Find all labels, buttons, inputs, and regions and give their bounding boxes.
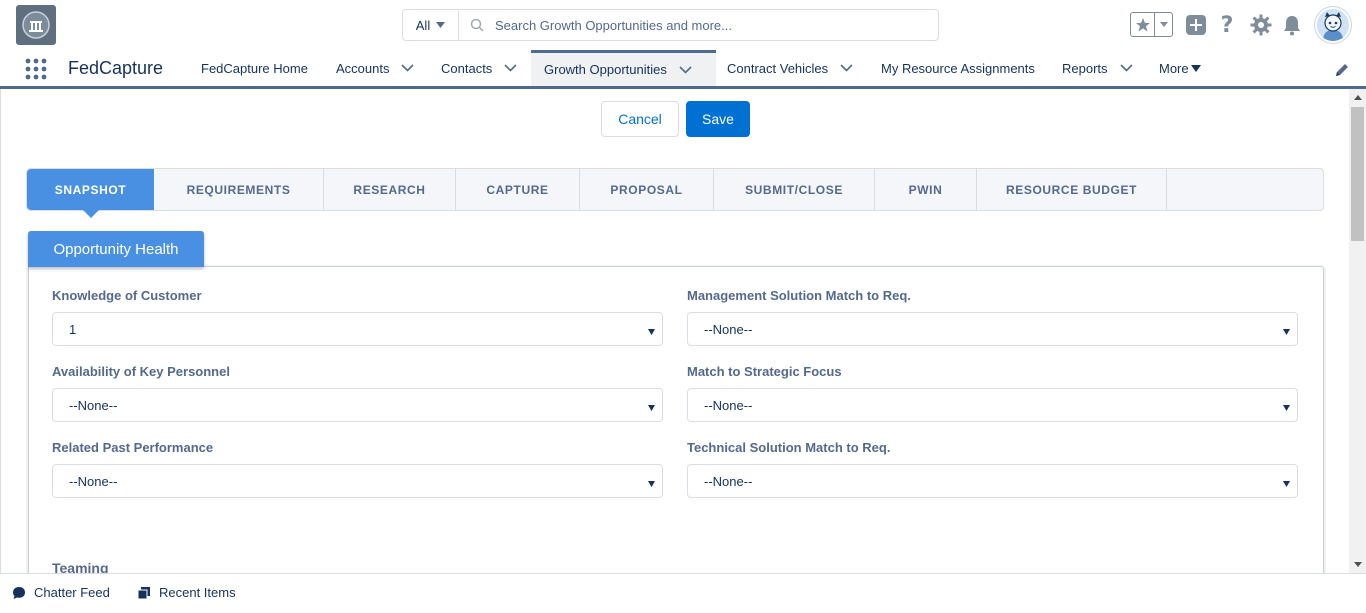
favorites-button[interactable] <box>1130 12 1173 37</box>
star-icon[interactable] <box>1131 13 1155 36</box>
caret-down-icon <box>647 400 656 415</box>
vertical-scrollbar[interactable] <box>1349 89 1366 573</box>
knowledge-of-customer-select[interactable]: 1 <box>52 312 663 346</box>
nav-item-label: My Resource Assignments <box>881 60 1035 76</box>
field-label-match-to-strategic-focus: Match to Strategic Focus <box>687 364 842 379</box>
add-icon[interactable] <box>1184 13 1208 37</box>
match-to-strategic-focus-select[interactable]: --None-- <box>687 388 1298 422</box>
nav-item-more[interactable]: More <box>1159 50 1201 86</box>
caret-down-icon <box>1282 476 1291 491</box>
building-icon <box>22 11 50 39</box>
management-solution-match-select[interactable]: --None-- <box>687 312 1298 346</box>
tab-requirements[interactable]: REQUIREMENTS <box>154 169 324 210</box>
nav-item-label: Reports <box>1062 60 1108 76</box>
chevron-down-icon[interactable] <box>504 64 517 72</box>
gear-icon[interactable] <box>1249 13 1273 37</box>
field-label-availability-of-key-personnel: Availability of Key Personnel <box>52 364 230 379</box>
opportunity-health-panel: Knowledge of Customer 1 Availability of … <box>28 266 1324 573</box>
scroll-down-arrow-icon[interactable] <box>1349 556 1366 573</box>
chatter-feed-button[interactable]: Chatter Feed <box>12 585 110 600</box>
app-launcher-icon[interactable] <box>25 58 47 80</box>
edit-nav-pencil-icon[interactable] <box>1334 62 1350 78</box>
global-header: All ? <box>0 0 1366 50</box>
field-label-teaming: Teaming <box>52 560 109 573</box>
nav-item-label: FedCapture Home <box>201 60 308 76</box>
related-past-performance-select[interactable]: --None-- <box>52 464 663 498</box>
select-value: --None-- <box>69 473 118 489</box>
select-value: --None-- <box>69 397 118 413</box>
caret-down-icon <box>647 476 656 491</box>
field-label-technical-solution-match: Technical Solution Match to Req. <box>687 440 891 455</box>
select-value: --None-- <box>704 397 753 413</box>
search-input[interactable] <box>495 10 938 40</box>
recent-items-label: Recent Items <box>159 585 236 600</box>
nav-item-my-resource-assignments[interactable]: My Resource Assignments <box>881 50 1035 86</box>
tab-submit-close[interactable]: SUBMIT/CLOSE <box>714 169 875 210</box>
chatter-feed-label: Chatter Feed <box>34 585 110 600</box>
user-avatar[interactable] <box>1315 7 1351 43</box>
field-label-related-past-performance: Related Past Performance <box>52 440 214 455</box>
technical-solution-match-select[interactable]: --None-- <box>687 464 1298 498</box>
chevron-down-icon[interactable] <box>401 64 415 72</box>
chatter-icon <box>13 586 25 599</box>
tab-research[interactable]: RESEARCH <box>324 169 456 210</box>
search-scope-dropdown[interactable]: All <box>403 10 459 40</box>
nav-item-growth-opportunities[interactable]: Growth Opportunities <box>531 50 716 86</box>
nav-item-label: Contract Vehicles <box>727 60 829 76</box>
caret-down-icon <box>1190 64 1201 72</box>
record-tabs: SNAPSHOT REQUIREMENTS RESEARCH CAPTURE P… <box>26 168 1324 218</box>
astro-avatar-icon <box>1317 9 1349 41</box>
field-label-knowledge-of-customer: Knowledge of Customer <box>52 288 202 303</box>
save-button[interactable]: Save <box>686 101 750 137</box>
nav-item-label: Contacts <box>441 60 493 76</box>
scrollbar-thumb[interactable] <box>1351 107 1364 241</box>
favorites-dropdown-icon[interactable] <box>1155 13 1172 36</box>
select-value: --None-- <box>704 473 753 489</box>
tab-snapshot[interactable]: SNAPSHOT <box>27 169 154 218</box>
section-title-opportunity-health: Opportunity Health <box>28 231 204 267</box>
chevron-down-icon[interactable] <box>679 65 692 74</box>
tab-proposal[interactable]: PROPOSAL <box>580 169 714 210</box>
help-icon[interactable]: ? <box>1215 13 1239 37</box>
tab-pwin[interactable]: PWIN <box>875 169 977 210</box>
svg-text:?: ? <box>1221 14 1234 36</box>
caret-down-icon <box>1282 324 1291 339</box>
nav-item-contract-vehicles[interactable]: Contract Vehicles <box>727 50 853 86</box>
scroll-up-arrow-icon[interactable] <box>1349 89 1366 106</box>
recent-items-button[interactable]: Recent Items <box>137 585 236 600</box>
utility-bar: Chatter Feed Recent Items <box>0 573 1366 613</box>
select-value: 1 <box>69 321 77 337</box>
field-label-management-solution-match: Management Solution Match to Req. <box>687 288 911 303</box>
cancel-button[interactable]: Cancel <box>601 101 679 137</box>
nav-item-contacts[interactable]: Contacts <box>441 50 517 86</box>
nav-item-reports[interactable]: Reports <box>1062 50 1133 86</box>
select-value: --None-- <box>704 321 753 337</box>
search-scope-label: All <box>415 17 431 33</box>
caret-down-icon <box>1282 400 1291 415</box>
chevron-down-icon[interactable] <box>1119 64 1133 72</box>
nav-item-label: Accounts <box>336 60 390 76</box>
caret-down-icon <box>436 22 446 28</box>
tab-resource-budget[interactable]: RESOURCE BUDGET <box>977 169 1167 210</box>
availability-of-key-personnel-select[interactable]: --None-- <box>52 388 663 422</box>
app-name: FedCapture <box>68 58 164 78</box>
nav-item-label: Growth Opportunities <box>544 62 667 77</box>
nav-item-label: More <box>1159 60 1189 76</box>
bell-icon[interactable] <box>1280 13 1304 37</box>
nav-item-accounts[interactable]: Accounts <box>336 50 415 86</box>
tab-capture[interactable]: CAPTURE <box>456 169 580 210</box>
recent-items-icon <box>137 586 150 599</box>
org-logo[interactable] <box>16 5 56 45</box>
app-nav-bar: FedCapture FedCapture Home Accounts Cont… <box>0 50 1366 89</box>
search-icon <box>459 10 495 40</box>
chevron-down-icon[interactable] <box>840 64 853 72</box>
main-content: Cancel Save SNAPSHOT REQUIREMENTS RESEAR… <box>0 89 1349 573</box>
global-search: All <box>402 9 939 41</box>
nav-item-fedcapture-home[interactable]: FedCapture Home <box>201 50 308 86</box>
caret-down-icon <box>647 324 656 339</box>
